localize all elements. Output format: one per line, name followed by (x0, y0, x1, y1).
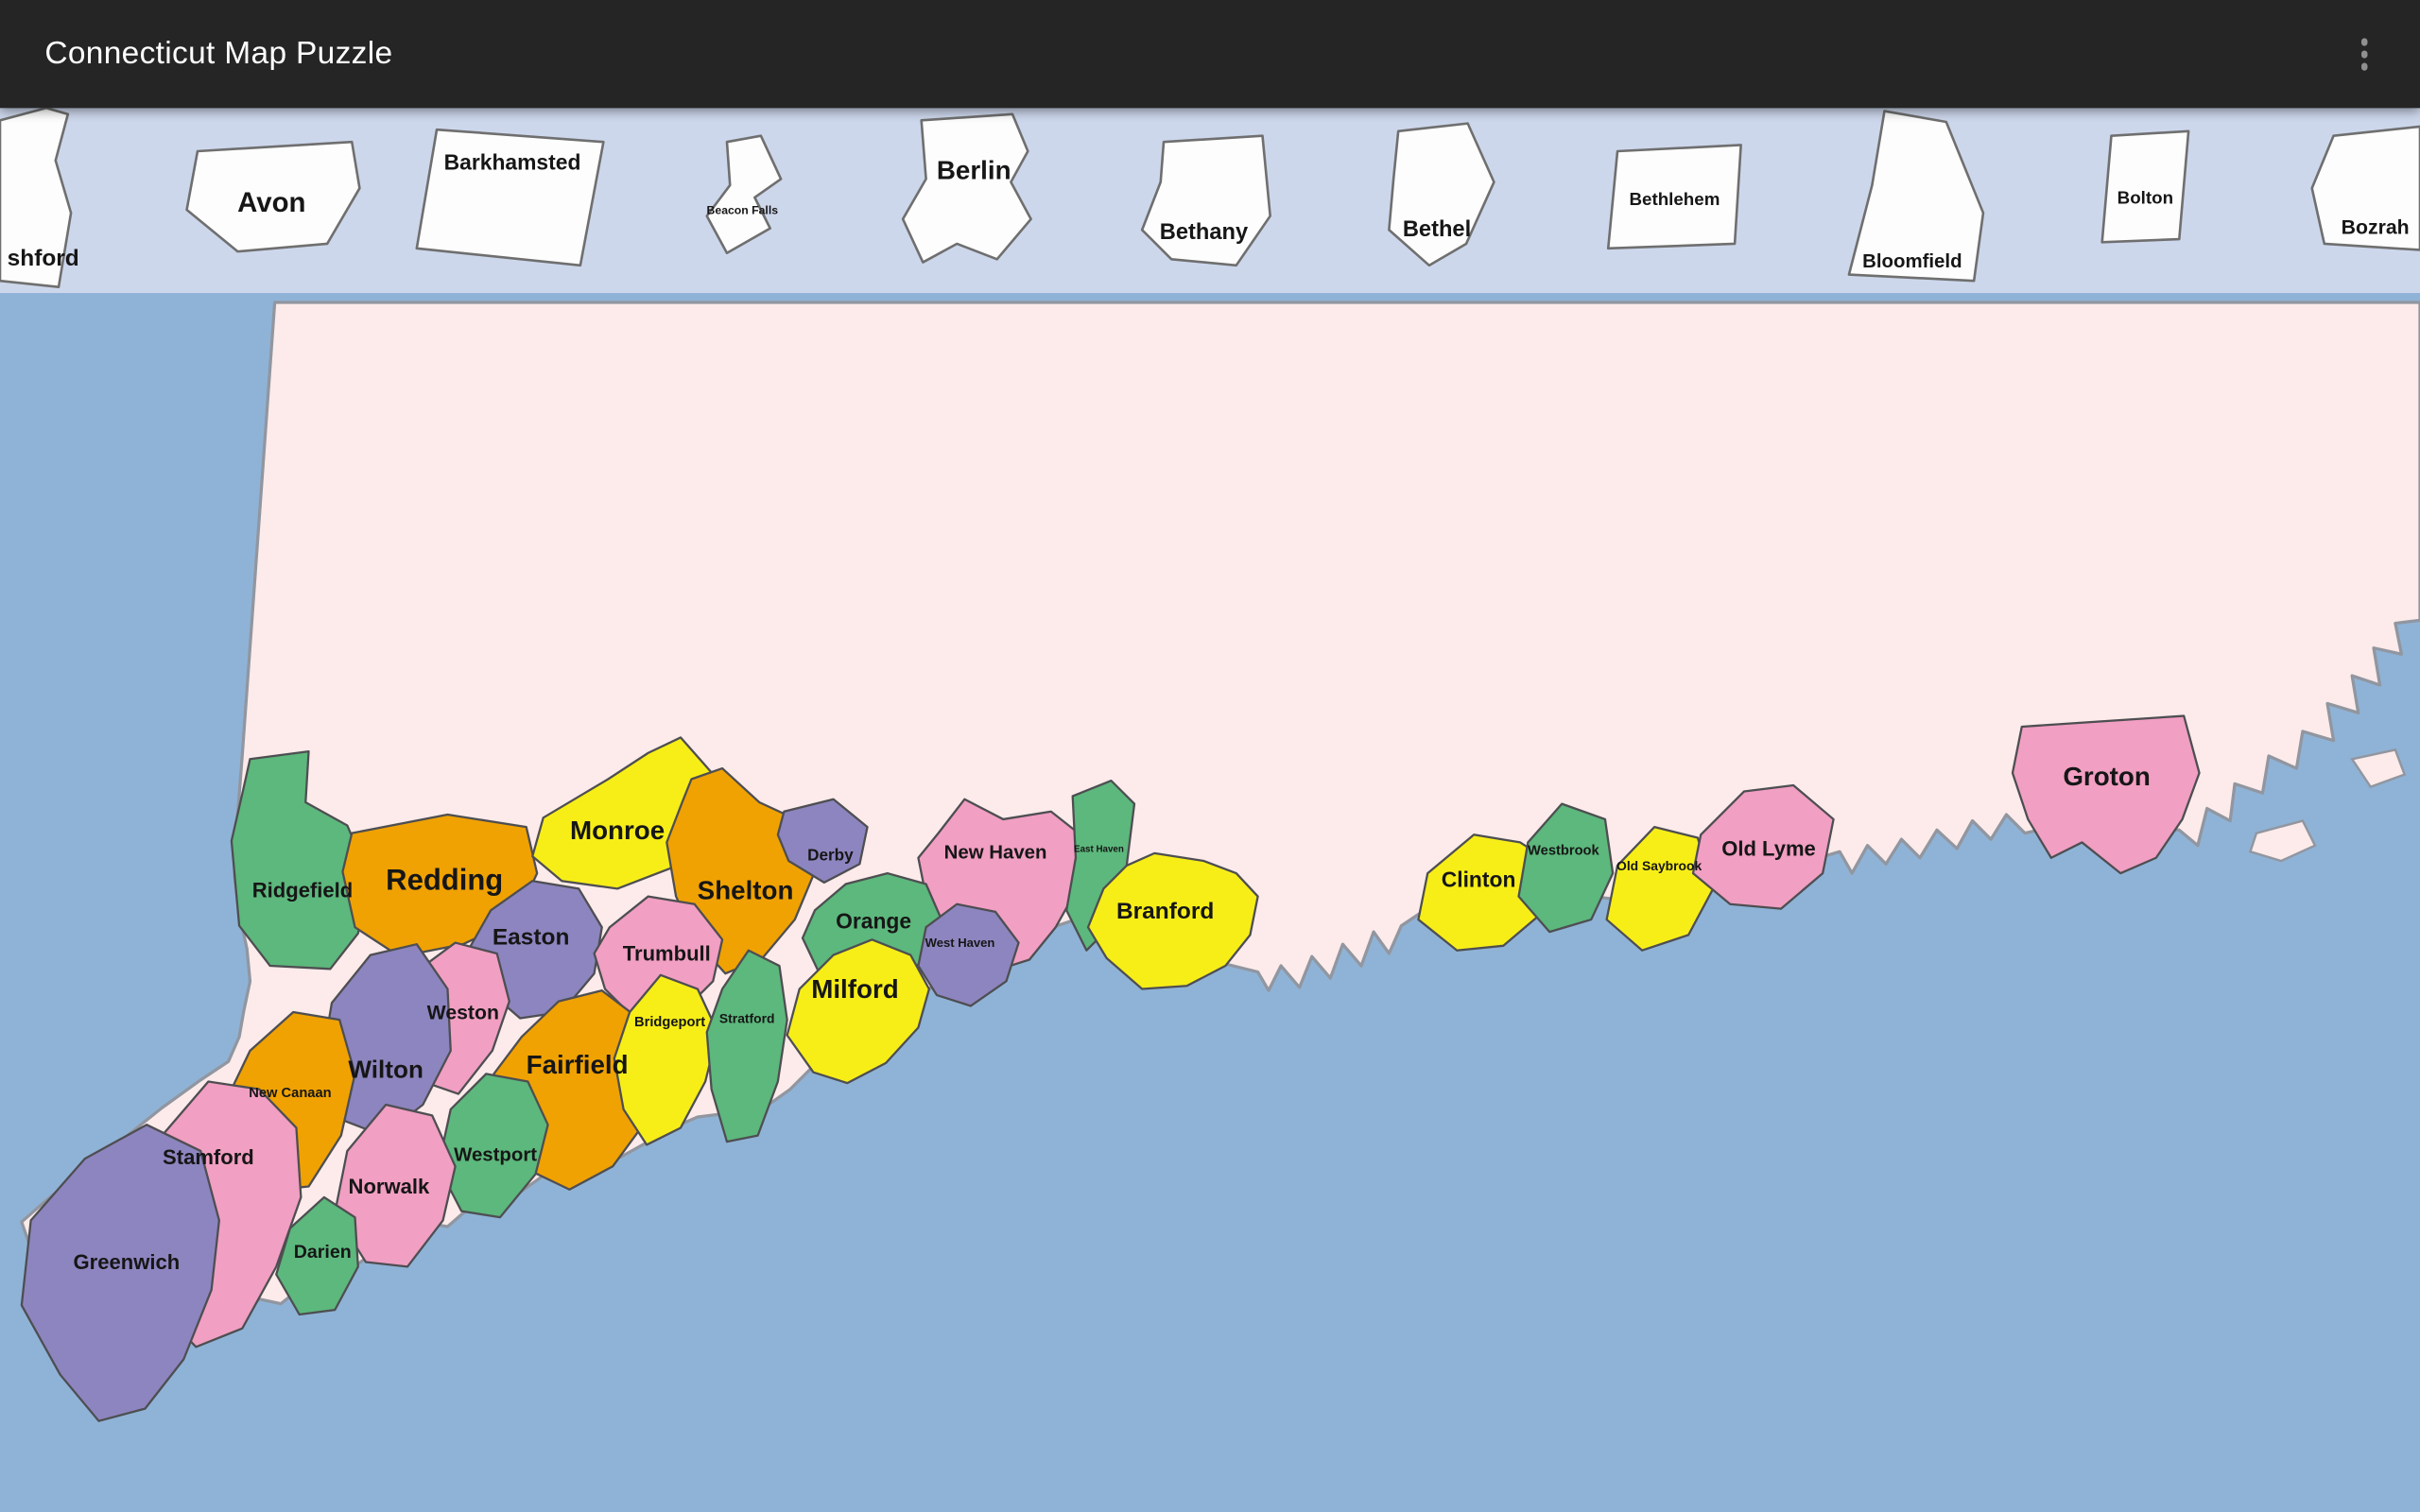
map-piece-label-old-lyme: Old Lyme (1721, 837, 1816, 861)
tray-piece-label-barkhamsted: Barkhamsted (444, 149, 581, 174)
tray-piece-berlin[interactable]: Berlin (903, 114, 1031, 263)
map-piece-label-ridgefield: Ridgefield (252, 879, 354, 902)
map-piece-label-trumbull: Trumbull (623, 942, 711, 966)
tray-piece-label-bethel: Bethel (1403, 217, 1471, 242)
map-piece-label-redding: Redding (386, 863, 503, 896)
map-piece-label-stratford: Stratford (719, 1010, 775, 1025)
tray-piece-label-bozrah: Bozrah (2342, 216, 2410, 238)
tray-piece-label-bethany: Bethany (1160, 220, 1249, 245)
app-window: Connecticut Map Puzzle shford Avon Barkham… (0, 0, 2420, 1512)
overflow-menu-icon[interactable] (2348, 26, 2379, 82)
map-piece-label-orange: Orange (836, 909, 911, 934)
app-bar: Connecticut Map Puzzle (0, 0, 2420, 108)
tray-piece-label-avon: Avon (237, 187, 305, 218)
map-piece-label-milford: Milford (811, 974, 898, 1004)
map-piece-label-branford: Branford (1116, 899, 1214, 924)
map-piece-label-norwalk: Norwalk (349, 1175, 430, 1198)
map-piece-label-westport: Westport (454, 1144, 537, 1165)
menu-dot (2360, 50, 2367, 57)
tray-piece-label-bloomfield: Bloomfield (1862, 251, 1962, 272)
map-piece-label-new-canaan: New Canaan (249, 1086, 331, 1101)
map-piece-label-old-saybrook: Old Saybrook (1616, 858, 1702, 873)
tray-piece-label-beacon-falls: Beacon Falls (707, 203, 779, 216)
map-area: Ridgefield Redding Monroe Shelton Derby New H… (0, 293, 2420, 1512)
map-piece-label-clinton: Clinton (1442, 868, 1516, 892)
menu-dot (2360, 63, 2367, 70)
tray-piece-label-berlin: Berlin (937, 155, 1011, 184)
map-piece-label-greenwich: Greenwich (74, 1250, 181, 1274)
map-piece-label-groton: Groton (2063, 762, 2150, 791)
map-piece-label-stamford: Stamford (163, 1145, 254, 1169)
map-piece-label-weston: Weston (427, 1002, 499, 1023)
map-piece-label-west-haven: West Haven (925, 936, 995, 950)
tray-piece-label-bolton: Bolton (2118, 188, 2173, 208)
map-piece-label-shelton: Shelton (698, 876, 794, 905)
map-piece-label-fairfield: Fairfield (527, 1050, 629, 1079)
tray-piece-barkhamsted[interactable]: Barkhamsted (417, 129, 604, 266)
map-piece-label-westbrook: Westbrook (1528, 844, 1599, 859)
piece-tray: shford Avon Barkhamsted Beacon Falls Berlin B… (0, 108, 2420, 293)
menu-dot (2360, 38, 2367, 44)
map-piece-label-darien: Darien (294, 1242, 352, 1263)
map-piece-label-easton: Easton (493, 925, 570, 951)
tray-piece-label-bethlehem: Bethlehem (1629, 189, 1720, 209)
map-piece-label-bridgeport: Bridgeport (634, 1015, 705, 1030)
tray-piece-shape-berlin (903, 114, 1031, 263)
map-piece-label-wilton: Wilton (348, 1056, 424, 1084)
app-title: Connecticut Map Puzzle (0, 36, 392, 73)
map-piece-label-east-haven: East Haven (1074, 844, 1124, 854)
tray-piece-bolton[interactable]: Bolton (2102, 131, 2188, 243)
map-piece-label-new-haven: New Haven (944, 842, 1047, 863)
map-piece-label-derby: Derby (807, 845, 854, 864)
map-piece-label-monroe: Monroe (570, 816, 665, 845)
tray-piece-bethlehem[interactable]: Bethlehem (1608, 145, 1740, 248)
tray-piece-label-ashford: shford (8, 246, 79, 271)
